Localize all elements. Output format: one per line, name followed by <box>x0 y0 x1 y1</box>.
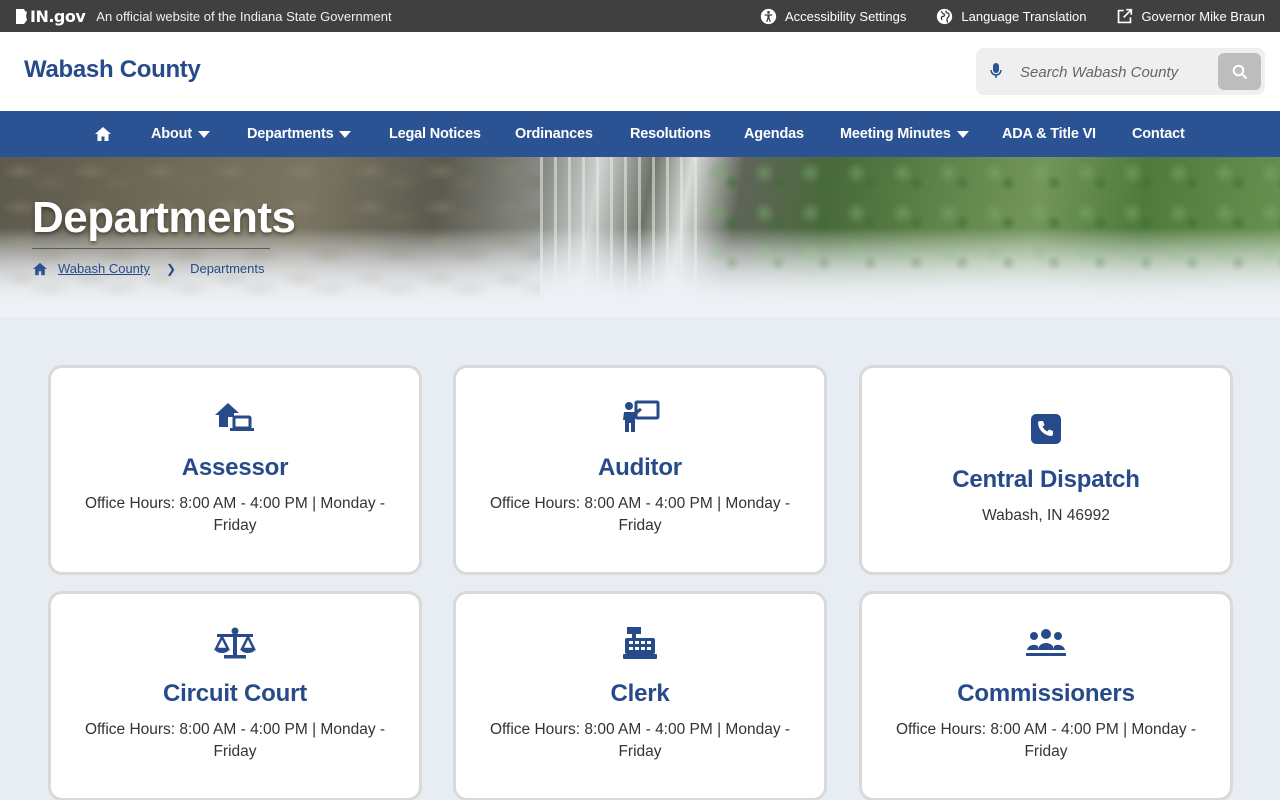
scales-icon <box>213 627 257 659</box>
chevron-down-icon <box>197 130 210 138</box>
card-text-line: Friday <box>618 743 662 760</box>
language-translation-label: Language Translation <box>961 8 1087 24</box>
search-icon <box>1232 64 1247 79</box>
nav-ordinances[interactable]: Ordinances <box>515 111 593 157</box>
accessibility-settings-link[interactable]: Accessibility Settings <box>760 8 906 25</box>
card-text-line: Office Hours: 8:00 AM - 4:00 PM | Monday… <box>84 721 386 738</box>
nav-departments[interactable]: Departments <box>247 111 352 157</box>
search-box <box>976 48 1265 95</box>
nav-resolutions[interactable]: Resolutions <box>630 111 711 157</box>
card-text-line: Friday <box>213 743 257 760</box>
nav-meeting-minutes[interactable]: Meeting Minutes <box>840 111 969 157</box>
card-text-line: Office Hours: 8:00 AM - 4:00 PM | Monday… <box>84 495 386 512</box>
cash-register-icon <box>623 627 657 659</box>
chevron-right-icon: ❯ <box>166 261 177 276</box>
card-hours: Office Hours: 8:00 AM - 4:00 PM | Monday… <box>476 719 804 763</box>
governor-link[interactable]: Governor Mike Braun <box>1116 8 1265 25</box>
title-underline <box>32 248 270 249</box>
card-hours: Office Hours: 8:00 AM - 4:00 PM | Monday… <box>71 719 399 763</box>
people-group-icon <box>1026 629 1066 656</box>
breadcrumb-current: Departments <box>190 261 265 276</box>
breadcrumb-link-wabash-county[interactable]: Wabash County <box>58 261 150 276</box>
nav-ada-title-vi[interactable]: ADA & Title VI <box>1002 111 1096 157</box>
house-laptop-icon <box>215 403 254 431</box>
card-title: Commissioners <box>957 680 1135 707</box>
ingov-logo[interactable]: IN.gov <box>15 6 86 26</box>
card-assessor[interactable]: Assessor Office Hours: 8:00 AM - 4:00 PM… <box>48 365 422 575</box>
nav-about-label: About <box>151 126 192 142</box>
chevron-down-icon <box>339 130 352 138</box>
language-translation-link[interactable]: Language Translation <box>936 8 1086 25</box>
card-text-line: Friday <box>1024 743 1068 760</box>
nav-contact[interactable]: Contact <box>1132 111 1185 157</box>
card-hours: Office Hours: 8:00 AM - 4:00 PM | Monday… <box>476 493 804 537</box>
ingov-logo-text: IN.gov <box>30 6 86 26</box>
card-text-line: Friday <box>213 517 257 534</box>
nav-departments-label: Departments <box>247 126 334 142</box>
phone-square-icon <box>1031 414 1061 444</box>
presenter-board-icon <box>623 400 660 432</box>
card-hours: Office Hours: 8:00 AM - 4:00 PM | Monday… <box>71 493 399 537</box>
card-circuit-court[interactable]: Circuit Court Office Hours: 8:00 AM - 4:… <box>48 591 422 800</box>
main-nav: About Departments Legal Notices Ordinanc… <box>0 111 1280 157</box>
external-link-icon <box>1118 8 1133 23</box>
globe-icon <box>937 8 953 24</box>
card-clerk[interactable]: Clerk Office Hours: 8:00 AM - 4:00 PM | … <box>453 591 827 800</box>
ingov-brand[interactable]: IN.gov An official website of the Indian… <box>15 7 392 26</box>
nav-agendas[interactable]: Agendas <box>744 111 804 157</box>
card-text-line: Office Hours: 8:00 AM - 4:00 PM | Monday… <box>895 721 1197 738</box>
accessibility-icon <box>760 8 777 24</box>
site-header: Wabash County <box>0 32 1280 111</box>
home-icon <box>95 127 111 141</box>
card-title: Clerk <box>610 680 670 707</box>
breadcrumb: Wabash County ❯ Departments <box>32 261 265 276</box>
card-auditor[interactable]: Auditor Office Hours: 8:00 AM - 4:00 PM … <box>453 365 827 575</box>
card-central-dispatch[interactable]: Central Dispatch Wabash, IN 46992 <box>859 365 1233 575</box>
page-title: Departments <box>32 193 296 242</box>
card-title: Auditor <box>598 454 682 481</box>
card-address: Wabash, IN 46992 <box>882 505 1210 527</box>
card-text-line: Office Hours: 8:00 AM - 4:00 PM | Monday… <box>489 495 791 512</box>
nav-about[interactable]: About <box>151 111 210 157</box>
card-text-line: Friday <box>618 517 662 534</box>
chevron-down-icon <box>956 130 969 138</box>
nav-legal-notices[interactable]: Legal Notices <box>389 111 481 157</box>
search-input[interactable] <box>1020 60 1190 84</box>
state-bar: IN.gov An official website of the Indian… <box>0 0 1280 32</box>
card-title: Assessor <box>181 454 289 481</box>
search-button[interactable] <box>1218 53 1261 90</box>
card-title: Circuit Court <box>162 680 308 707</box>
governor-label: Governor Mike Braun <box>1141 8 1265 24</box>
indiana-state-icon <box>16 8 27 24</box>
home-icon[interactable] <box>32 262 48 276</box>
card-text-line: Wabash, IN 46992 <box>982 507 1110 524</box>
accessibility-settings-label: Accessibility Settings <box>785 8 907 24</box>
nav-home[interactable] <box>94 111 112 157</box>
official-tagline: An official website of the Indiana State… <box>96 8 392 24</box>
microphone-icon[interactable] <box>990 62 1002 80</box>
site-title[interactable]: Wabash County <box>24 56 201 84</box>
hero-banner: Departments Wabash County ❯ Departments <box>0 157 1280 317</box>
nav-meeting-minutes-label: Meeting Minutes <box>840 126 951 142</box>
card-text-line: Office Hours: 8:00 AM - 4:00 PM | Monday… <box>489 721 791 738</box>
card-commissioners[interactable]: Commissioners Office Hours: 8:00 AM - 4:… <box>859 591 1233 800</box>
card-title: Central Dispatch <box>952 466 1140 493</box>
card-hours: Office Hours: 8:00 AM - 4:00 PM | Monday… <box>882 719 1210 763</box>
